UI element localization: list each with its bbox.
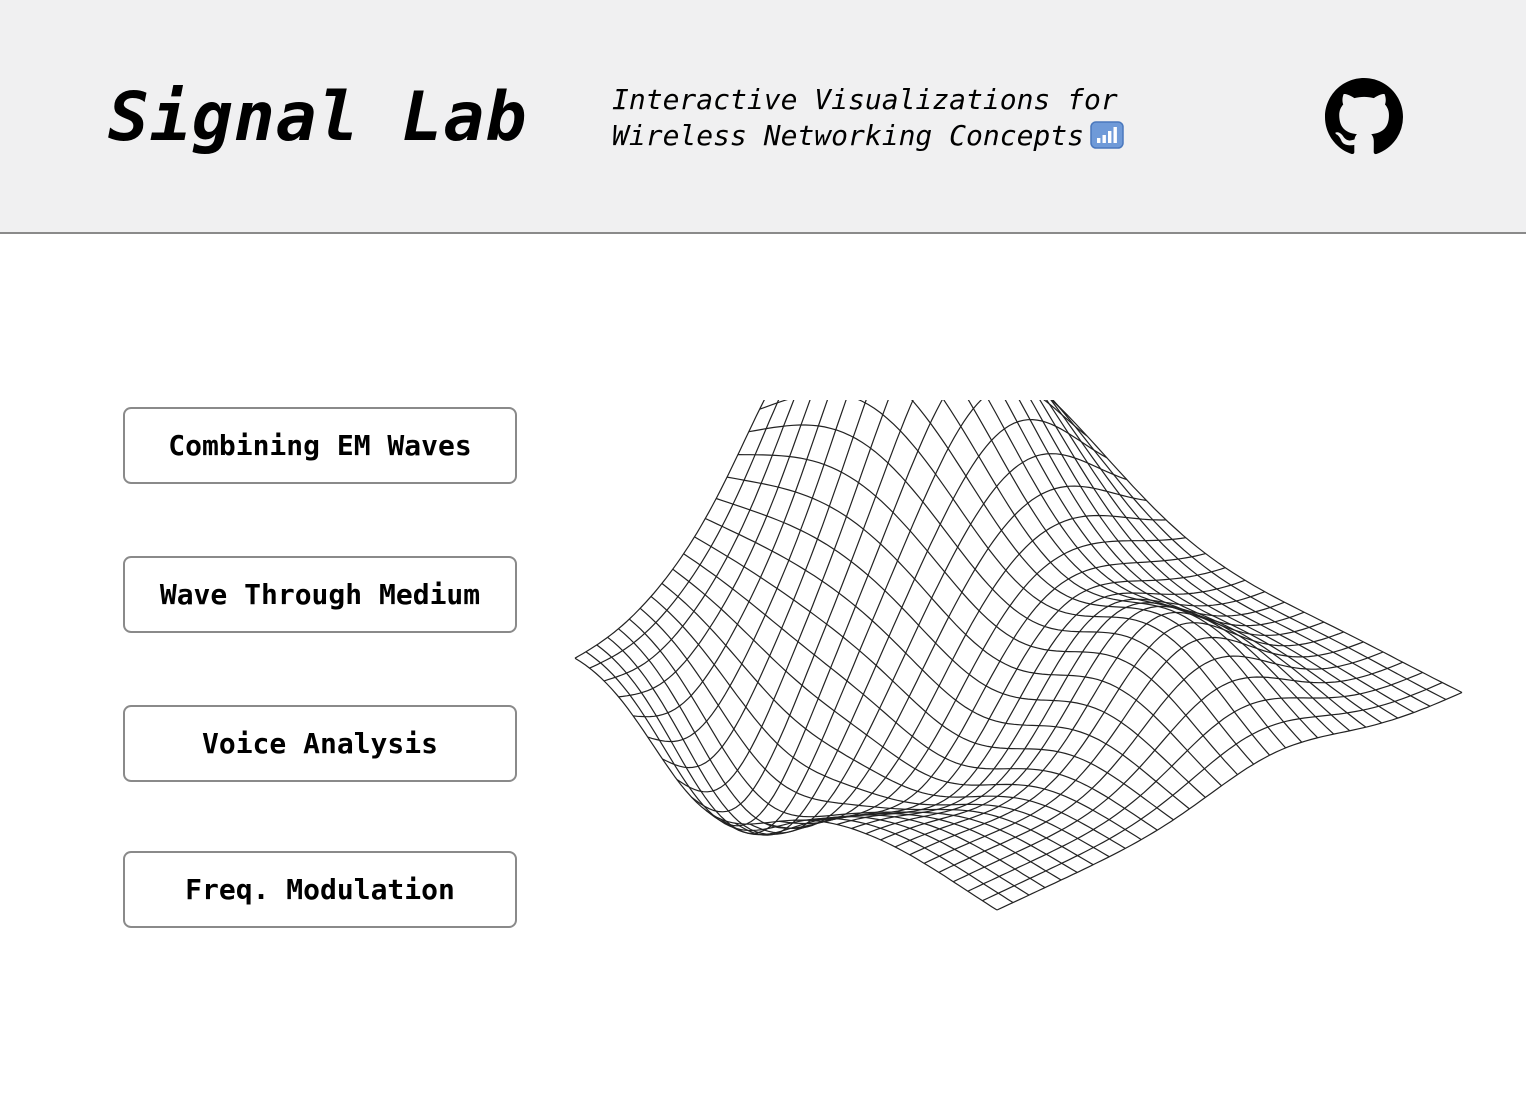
surface-grid-line: [749, 453, 1127, 834]
subtitle-line-2-text: Wireless Networking Concepts: [612, 119, 1085, 152]
surface-grid-line: [650, 595, 1110, 858]
site-title: Signal Lab: [108, 78, 528, 157]
surface-grid-line: [618, 628, 1062, 881]
surface-grid-line: [618, 400, 811, 698]
surface-grid-line: [1052, 400, 1447, 701]
wave-through-medium-button[interactable]: Wave Through Medium: [123, 556, 517, 633]
wireframe-wave-surface: [574, 400, 1463, 911]
surface-grid-line: [676, 400, 889, 793]
surface-grid-line: [987, 400, 1335, 735]
surface-grid-line: [716, 497, 1206, 798]
signal-bars-icon: [1090, 121, 1124, 158]
voice-analysis-button[interactable]: Voice Analysis: [123, 705, 517, 782]
freq-modulation-button[interactable]: Freq. Modulation: [123, 851, 517, 928]
surface-grid-line: [720, 400, 1088, 835]
surface-grid-line: [603, 400, 795, 682]
surface-grid-line: [639, 607, 1094, 866]
combining-em-waves-button[interactable]: Combining EM Waves: [123, 407, 517, 484]
subtitle-line-1: Interactive Visualizations for: [612, 83, 1118, 116]
surface-grid-line: [633, 400, 829, 718]
surface-grid-line: [938, 651, 1384, 873]
surface-grid-line: [691, 400, 914, 813]
site-subtitle: Interactive Visualizations for Wireless …: [612, 82, 1172, 158]
surface-grid-line: [996, 691, 1463, 911]
github-link[interactable]: [1325, 78, 1403, 156]
surface-grid-line: [1018, 400, 1367, 728]
surface-grid-line: [1045, 400, 1415, 714]
github-icon: [1325, 78, 1403, 155]
site-header: Signal Lab Interactive Visualizations fo…: [0, 0, 1526, 234]
surface-grid-line: [1050, 400, 1463, 694]
surface-grid-line: [759, 400, 1271, 756]
surface-grid-line: [1039, 400, 1399, 719]
subtitle-line-2: Wireless Networking Concepts: [612, 118, 1172, 158]
surface-grid-line: [662, 400, 867, 769]
surface-grid-line: [705, 400, 1068, 827]
surface-grid-line: [764, 485, 1147, 830]
